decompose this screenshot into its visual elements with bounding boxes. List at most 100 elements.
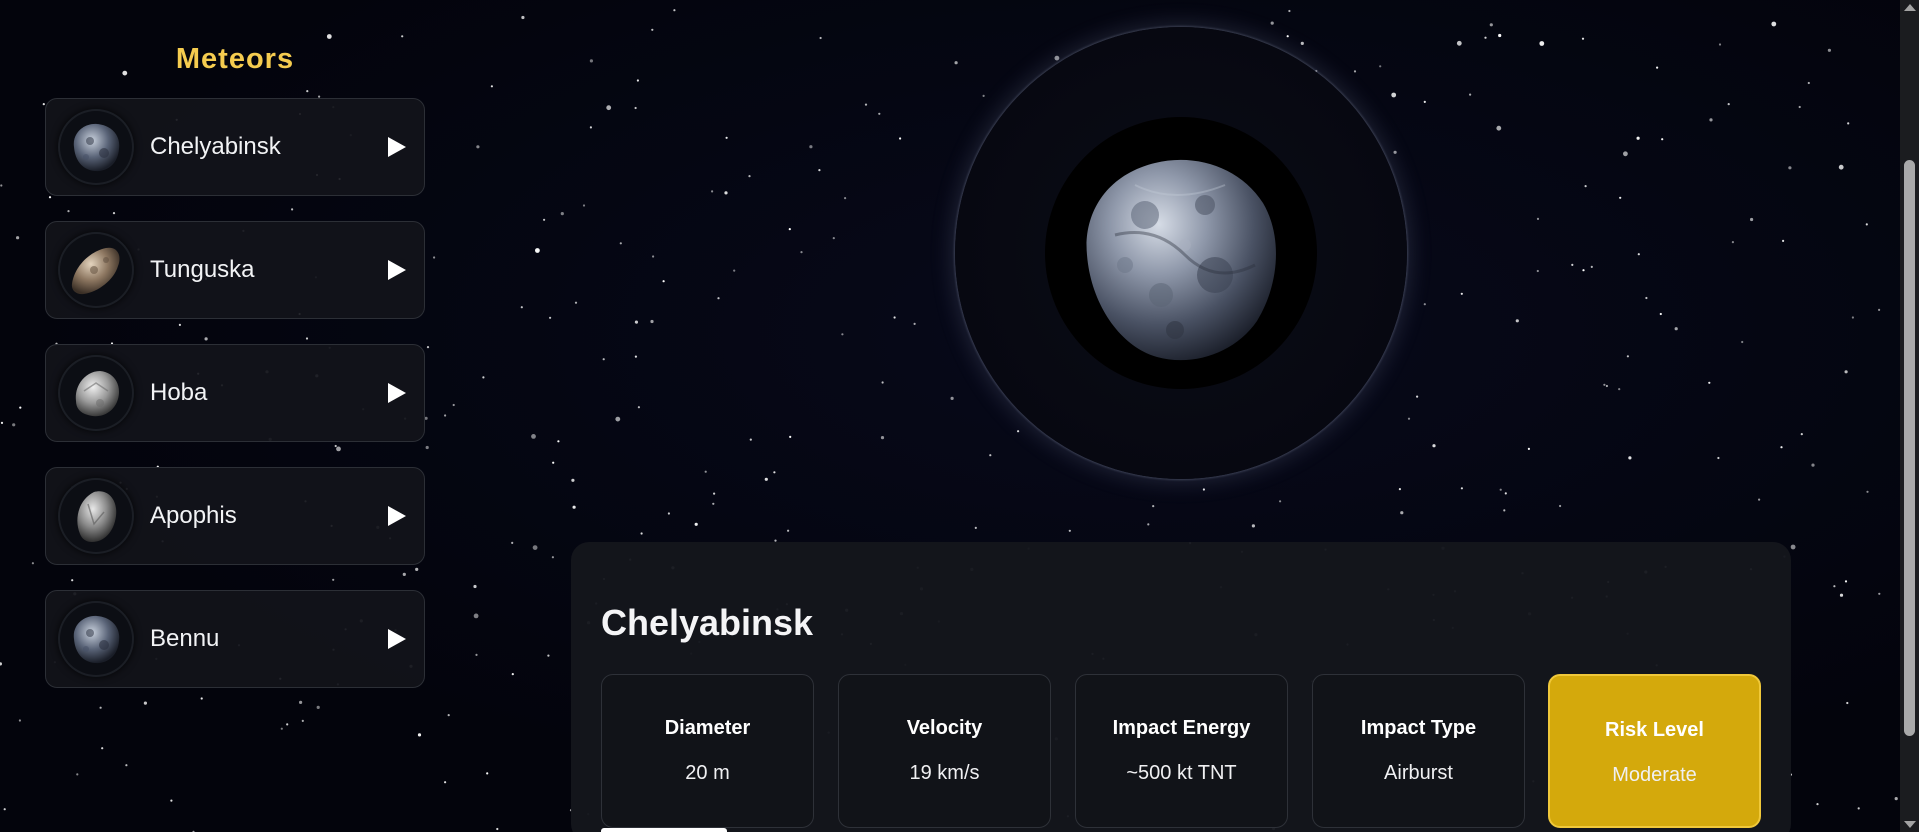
star: [547, 654, 550, 657]
star: [1780, 446, 1783, 449]
sidebar-title: Meteors: [175, 43, 295, 75]
star: [531, 434, 536, 439]
meteor-item-bennu[interactable]: Bennu: [45, 590, 425, 688]
star: [490, 85, 493, 88]
star: [1484, 36, 1487, 39]
stat-card-impact-energy: Impact Energy ~500 kt TNT: [1075, 674, 1288, 828]
star: [433, 256, 436, 259]
meteor-thumbnail-frame: [58, 232, 134, 308]
star: [444, 781, 447, 784]
play-icon[interactable]: [388, 629, 406, 649]
star: [711, 190, 714, 193]
star: [1807, 81, 1810, 85]
stat-card-risk-level: Risk Level Moderate: [1548, 674, 1761, 828]
star: [652, 255, 655, 258]
star: [1498, 33, 1502, 38]
play-icon[interactable]: [388, 260, 406, 280]
stat-label: Velocity: [906, 717, 983, 739]
star: [557, 440, 560, 443]
meteor-item-tunguska[interactable]: Tunguska: [45, 221, 425, 319]
star: [789, 435, 792, 438]
star: [712, 502, 715, 505]
star: [809, 145, 813, 149]
star: [0, 421, 4, 424]
star: [1605, 384, 1608, 388]
star: [1618, 388, 1621, 391]
star: [1847, 122, 1850, 125]
star: [640, 532, 643, 535]
stat-label: Diameter: [664, 717, 751, 739]
stat-value: 19 km/s: [909, 762, 980, 784]
star: [1393, 150, 1397, 154]
meteor-thumbnail-frame: [58, 109, 134, 185]
star: [1659, 312, 1662, 316]
star: [589, 59, 594, 63]
star: [1496, 125, 1502, 131]
star: [543, 218, 546, 221]
meteor-item-hoba[interactable]: Hoba: [45, 344, 425, 442]
star: [881, 381, 884, 384]
star: [1584, 185, 1587, 188]
star: [1460, 292, 1463, 295]
star: [1515, 319, 1519, 323]
star: [764, 477, 768, 481]
meteor-item-label: Hoba: [150, 379, 208, 406]
star: [704, 470, 707, 473]
star: [954, 61, 958, 65]
meteor-display-orbit: [955, 27, 1407, 479]
star: [280, 727, 283, 730]
star: [673, 9, 676, 12]
star: [1750, 217, 1754, 222]
star: [818, 169, 821, 172]
star: [773, 471, 776, 474]
panel-tab-indicator[interactable]: [601, 828, 727, 832]
stat-value: 20 m: [685, 762, 730, 784]
star: [1731, 241, 1734, 244]
star: [1851, 316, 1854, 319]
star: [662, 280, 665, 283]
scrollbar-thumb[interactable]: [1904, 160, 1915, 736]
meteor-item-apophis[interactable]: Apophis: [45, 467, 425, 565]
meteor-item-label: Apophis: [150, 502, 237, 529]
selected-meteor-image: [1086, 159, 1276, 361]
star: [1279, 500, 1282, 503]
star: [1503, 509, 1506, 512]
star: [1718, 43, 1722, 46]
scroll-down-arrow-icon[interactable]: [1904, 821, 1916, 828]
star: [452, 403, 455, 407]
star: [31, 562, 34, 565]
scroll-up-arrow-icon[interactable]: [1904, 4, 1916, 11]
star: [634, 320, 639, 324]
star: [532, 545, 538, 550]
star: [864, 103, 868, 106]
star: [1674, 327, 1678, 331]
star: [717, 297, 720, 300]
meteor-item-label: Bennu: [150, 625, 220, 652]
star: [733, 269, 736, 272]
meteor-thumbnail-icon: [64, 115, 128, 179]
star: [1054, 55, 1060, 61]
meteor-thumbnail-icon: [64, 484, 128, 548]
star: [511, 541, 514, 545]
play-icon[interactable]: [388, 137, 406, 157]
star: [832, 237, 835, 240]
star: [713, 492, 716, 495]
star: [1590, 265, 1593, 268]
star: [1846, 701, 1849, 705]
play-icon[interactable]: [388, 506, 406, 526]
star: [1398, 488, 1401, 491]
star: [520, 306, 523, 309]
star: [482, 376, 485, 379]
star: [1833, 585, 1836, 588]
star: [1286, 35, 1289, 38]
star: [1489, 23, 1493, 27]
star: [1202, 488, 1205, 491]
star: [170, 799, 173, 802]
page-scrollbar[interactable]: [1900, 0, 1919, 832]
play-icon[interactable]: [388, 383, 406, 403]
star: [1353, 70, 1357, 73]
star: [589, 126, 593, 129]
star: [1251, 524, 1255, 528]
meteor-item-chelyabinsk[interactable]: Chelyabinsk: [45, 98, 425, 196]
star: [1571, 263, 1574, 266]
